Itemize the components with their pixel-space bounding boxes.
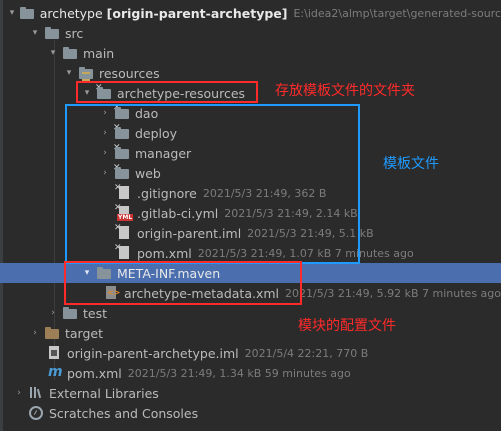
tree-item-label: archetype: [39, 5, 103, 21]
folder-icon: [63, 306, 78, 320]
annotation-template-files: 模板文件: [383, 156, 439, 172]
tree-row-src[interactable]: ▾ src: [0, 23, 501, 43]
annotation-template-folder: 存放模板文件的文件夹: [275, 83, 415, 99]
iml-file-icon: [47, 346, 62, 360]
tree-item-label: resources: [99, 65, 160, 81]
tree-item-label: main: [83, 45, 115, 61]
module-name-label: [origin-parent-archetype]: [106, 5, 288, 21]
red-highlight-box-bottom: [64, 261, 302, 305]
chevron-down-icon[interactable]: ▾: [8, 8, 16, 18]
file-meta: 2021/5/3 21:49, 1.34 kB 59 minutes ago: [127, 366, 351, 380]
tree-row-scratches[interactable]: Scratches and Consoles: [0, 403, 501, 423]
chevron-down-icon[interactable]: ▾: [63, 68, 75, 78]
annotation-module-config: 模块的配置文件: [298, 318, 396, 334]
folder-icon: [63, 46, 78, 60]
tree-row-test[interactable]: › test: [0, 303, 501, 323]
tree-row-archetype[interactable]: ▾ archetype [origin-parent-archetype] E:…: [0, 3, 501, 23]
chevron-right-icon[interactable]: ›: [47, 308, 59, 318]
tree-row-main[interactable]: ▾ main: [0, 43, 501, 63]
external-libraries-icon: [29, 386, 44, 400]
file-meta: 2021/5/4 22:21, 770 B: [244, 346, 369, 360]
tree-row-external-libraries[interactable]: › External Libraries: [0, 383, 501, 403]
tree-item-label: test: [83, 305, 108, 321]
target-folder-icon: [45, 326, 60, 340]
tree-row-archetype-iml[interactable]: origin-parent-archetype.iml 2021/5/4 22:…: [0, 343, 501, 363]
path-label: E:\idea2\almp\target\generated-sourc: [293, 6, 501, 20]
chevron-down-icon[interactable]: ▾: [47, 48, 59, 58]
tree-row-resources[interactable]: ▾ resources: [0, 63, 501, 83]
tree-item-label: src: [65, 25, 84, 41]
chevron-right-icon[interactable]: ›: [13, 388, 25, 398]
maven-file-icon: m: [48, 364, 63, 380]
tree-row-pom-root[interactable]: m pom.xml 2021/5/3 21:49, 1.34 kB 59 min…: [0, 363, 501, 383]
tree-item-label: pom.xml: [67, 365, 122, 381]
tree-row-target[interactable]: › target: [0, 323, 501, 343]
tree-item-label: Scratches and Consoles: [49, 405, 199, 421]
resources-folder-icon: [79, 66, 94, 81]
scratches-icon: [29, 406, 44, 420]
blue-highlight-box: [65, 104, 360, 264]
tree-item-label: origin-parent-archetype.iml: [67, 345, 239, 361]
file-meta: 2021/5/3 21:49, 5.92 kB 7 minutes ago: [285, 286, 501, 300]
folder-icon: [45, 26, 60, 40]
chevron-down-icon[interactable]: ▾: [29, 28, 41, 38]
tree-item-label: target: [65, 325, 104, 341]
tree-item-label: External Libraries: [49, 385, 159, 401]
chevron-right-icon[interactable]: ›: [29, 328, 41, 338]
red-highlight-box-top: [76, 81, 258, 103]
folder-icon: [19, 6, 35, 20]
